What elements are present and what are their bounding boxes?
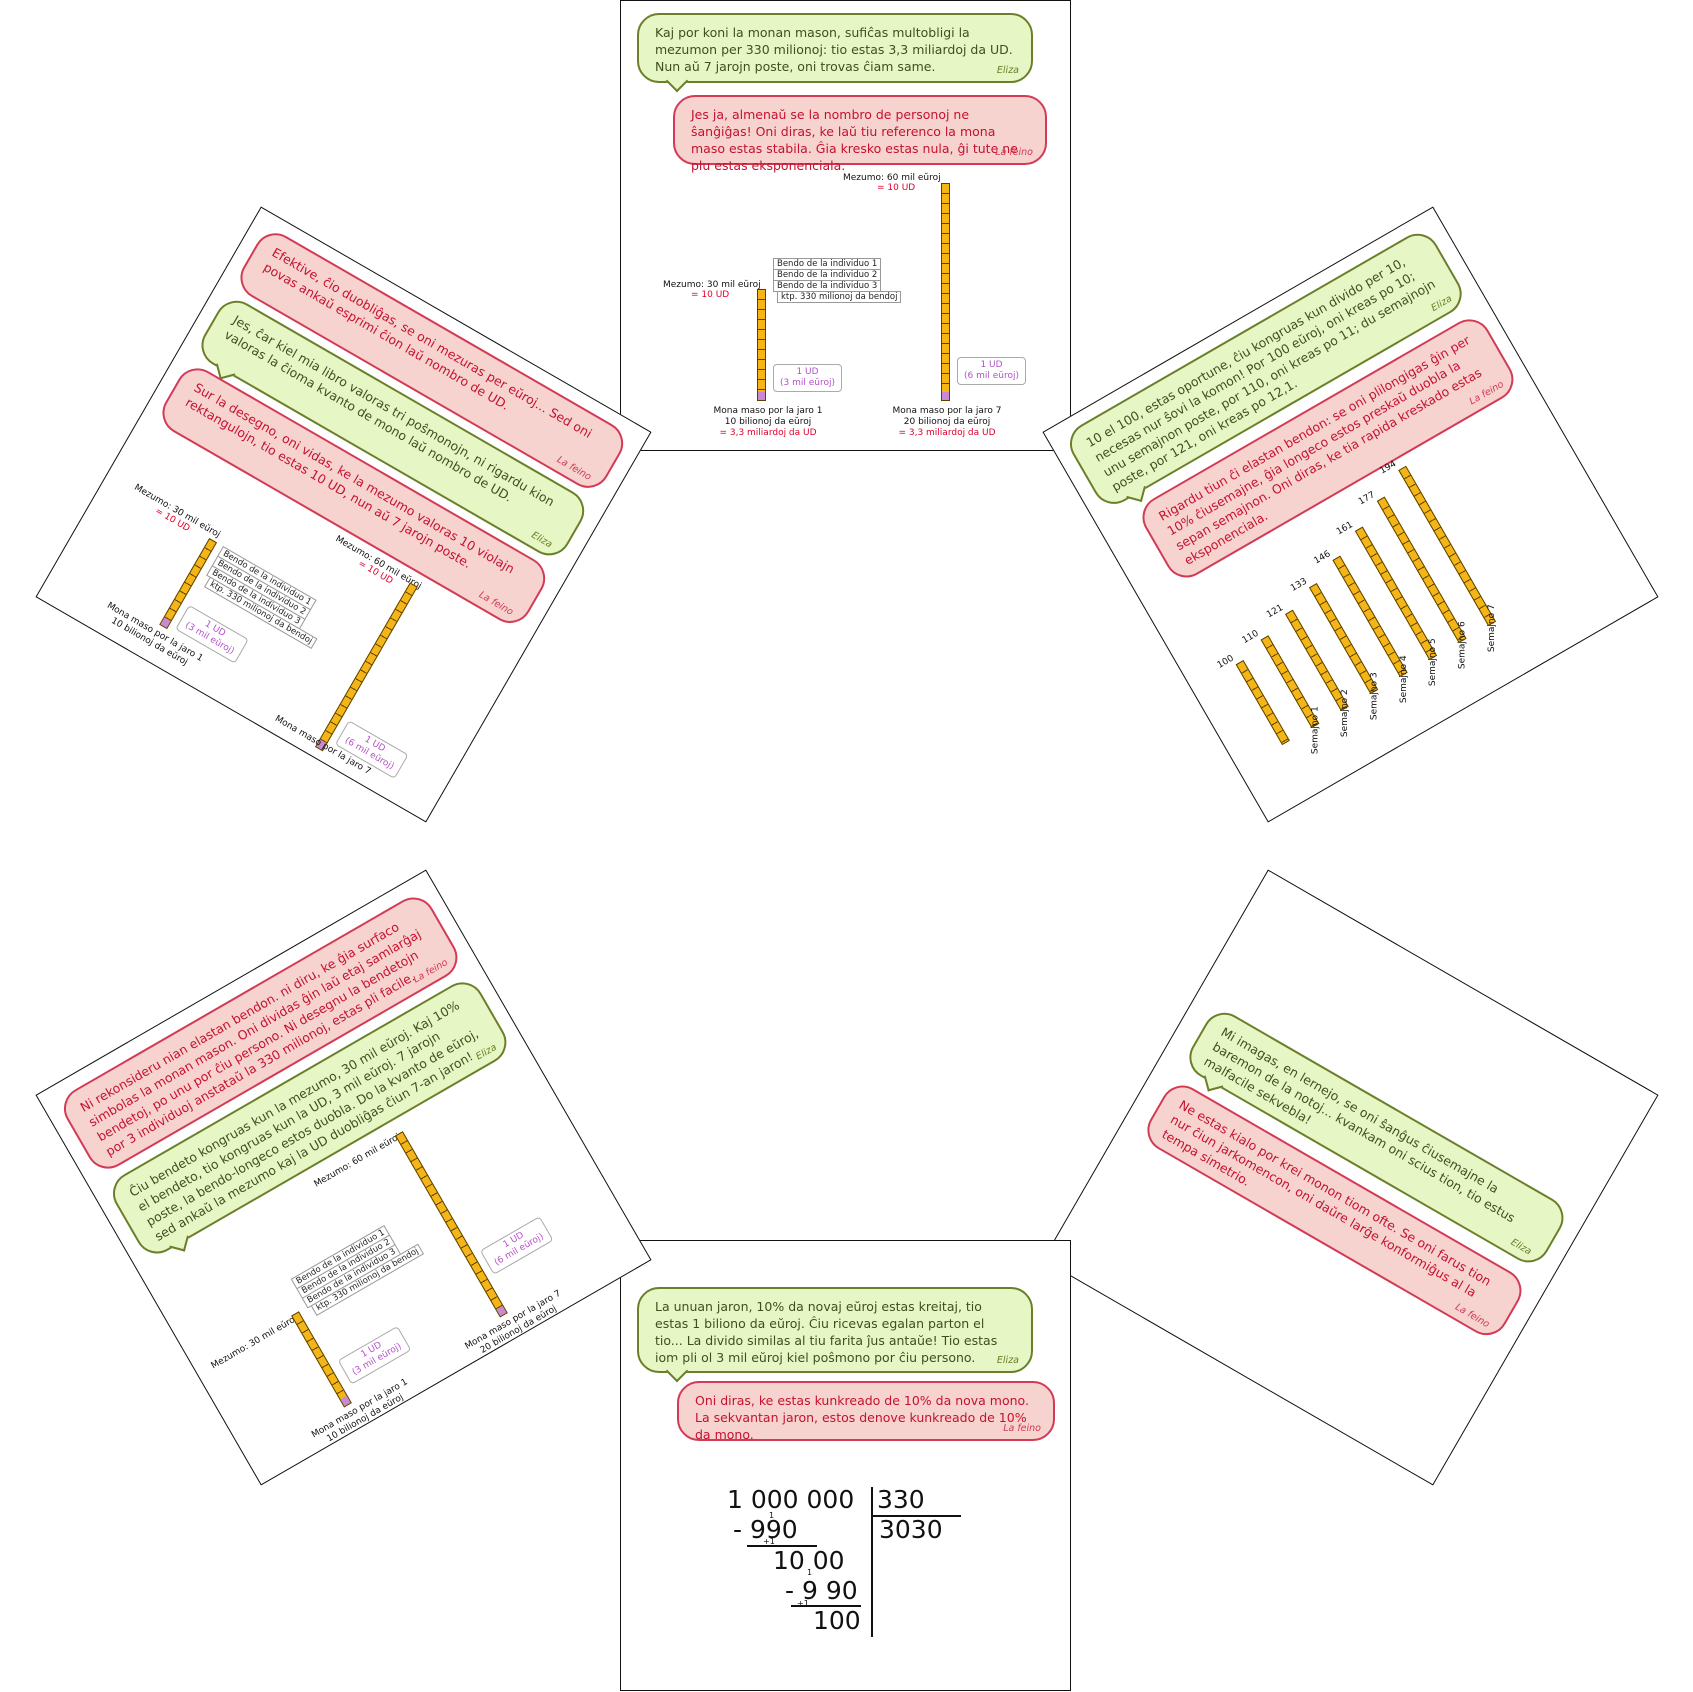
band-length-label: 177 xyxy=(1356,490,1377,508)
signature-feino: La feino xyxy=(554,454,594,483)
carry-1: 1 xyxy=(769,1511,775,1520)
signature-eliza: Eliza xyxy=(474,1041,499,1063)
quotient: 3030 xyxy=(879,1515,943,1544)
subtraction-line-1 xyxy=(747,1545,817,1547)
week-label: Semajno 3 xyxy=(1369,672,1380,721)
remainder-2: 100 xyxy=(813,1606,861,1635)
bubble-text: Kaj por koni la monan mason, sufiĉas mul… xyxy=(655,25,1013,74)
divisor: 330 xyxy=(877,1485,925,1514)
ud-box-1: 1 UD (3 mil eŭroj) xyxy=(773,364,842,392)
panel-lower-right: Mi imagas, en lernejo, se oni ŝanĝus ĉiu… xyxy=(1042,869,1659,1486)
label-mezumo-30: Mezumo: 30 mil eŭroj xyxy=(209,1313,300,1372)
signature-eliza: Eliza xyxy=(996,65,1019,76)
carry-3: 1 xyxy=(807,1568,813,1577)
week-label: Semajno 4 xyxy=(1398,655,1409,704)
panel-upper-left: Efektive, ĉio duobliĝas, se oni mezuras … xyxy=(35,206,652,823)
division-bar-vertical xyxy=(871,1487,873,1637)
elastic-band-bar xyxy=(1354,526,1438,661)
caption-year-7: Mona maso por la jaro 7 xyxy=(463,1288,563,1352)
elastic-band-bar xyxy=(1308,583,1379,695)
week-label: Semajno 1 xyxy=(1310,706,1321,755)
week-label: Semajno 7 xyxy=(1487,604,1498,653)
week-label: Semajno 5 xyxy=(1428,638,1439,687)
money-band-year-7 xyxy=(314,582,418,752)
elastic-band-bar xyxy=(1332,555,1408,678)
money-band-year-7 xyxy=(394,1131,508,1318)
bubble-feino: Jes ja, almenaŭ se la nombro de personoj… xyxy=(673,95,1047,173)
panel-top: Kaj por koni la monan mason, sufiĉas mul… xyxy=(620,0,1071,451)
signature-eliza: Eliza xyxy=(529,529,555,551)
dividend: 1 000 000 xyxy=(727,1485,855,1514)
bubble-eliza: Kaj por koni la monan mason, sufiĉas mul… xyxy=(637,13,1033,93)
caption-year-7: Mona maso por la jaro 7 20 bilionoj da eŭ… xyxy=(892,406,1002,438)
band-length-label: 133 xyxy=(1289,576,1309,594)
money-band-year-1 xyxy=(757,289,766,401)
signature-feino: La feino xyxy=(476,589,516,618)
band-length-label: 146 xyxy=(1312,549,1333,567)
signature-eliza: Eliza xyxy=(1508,1236,1534,1258)
elastic-band-bar xyxy=(1376,496,1467,644)
caption-year-1: Mona maso por la jaro 1 xyxy=(310,1377,410,1441)
week-label: Semajno 6 xyxy=(1457,621,1468,670)
band-length-label: 110 xyxy=(1240,628,1261,647)
label-mezumo-30: Mezumo: 30 mil eŭroj xyxy=(132,482,222,541)
signature-feino: La feino xyxy=(995,147,1033,158)
caption-year-1: Mona maso por la jaro 1 10 bilionoj da eŭ… xyxy=(713,406,823,438)
subtraction-line-2 xyxy=(791,1605,861,1607)
ud-box-1: 1 UD (3 mil eŭroj) xyxy=(337,1325,412,1385)
ud-box-2: 1 UD (6 mil eŭroj) xyxy=(479,1216,554,1275)
long-division: 1 000 000 330 3030 - 990 10 00 - 9 90 10… xyxy=(621,1241,1070,1690)
label-ud-10-b: = 10 UD xyxy=(877,183,916,193)
signature-eliza: Eliza xyxy=(1429,293,1455,314)
tag-ktp: ktp. 330 milionoj da bendoj xyxy=(777,291,902,303)
money-band-year-7 xyxy=(941,183,950,401)
band-length-label: 161 xyxy=(1334,520,1355,538)
subtraction-2: - 9 90 xyxy=(785,1576,858,1605)
label-ud-10-a: = 10 UD xyxy=(691,290,730,300)
division-bar-horizontal xyxy=(871,1515,961,1517)
ud-box-2: 1 UD (6 mil eŭroj) xyxy=(957,357,1026,385)
panel-lower-left: Ni rekonsideru nian elastan bendon. ni d… xyxy=(35,869,652,1486)
caption-year-7-sum: 20 bilionoj da eŭroj xyxy=(478,1303,559,1356)
band-length-label: 121 xyxy=(1265,603,1286,621)
panel-bottom: La unuan jaron, 10% da novaj eŭroj estas… xyxy=(620,1240,1071,1691)
panel-upper-right: 10 el 100, estas oportune, ĉiu kongruas … xyxy=(1042,206,1659,823)
signature-feino: La feino xyxy=(1453,1301,1492,1331)
band-length-label: 100 xyxy=(1215,653,1236,671)
bubble-text: Jes ja, almenaŭ se la nombro de personoj… xyxy=(691,107,1018,173)
week-label: Semajno 2 xyxy=(1339,689,1350,738)
